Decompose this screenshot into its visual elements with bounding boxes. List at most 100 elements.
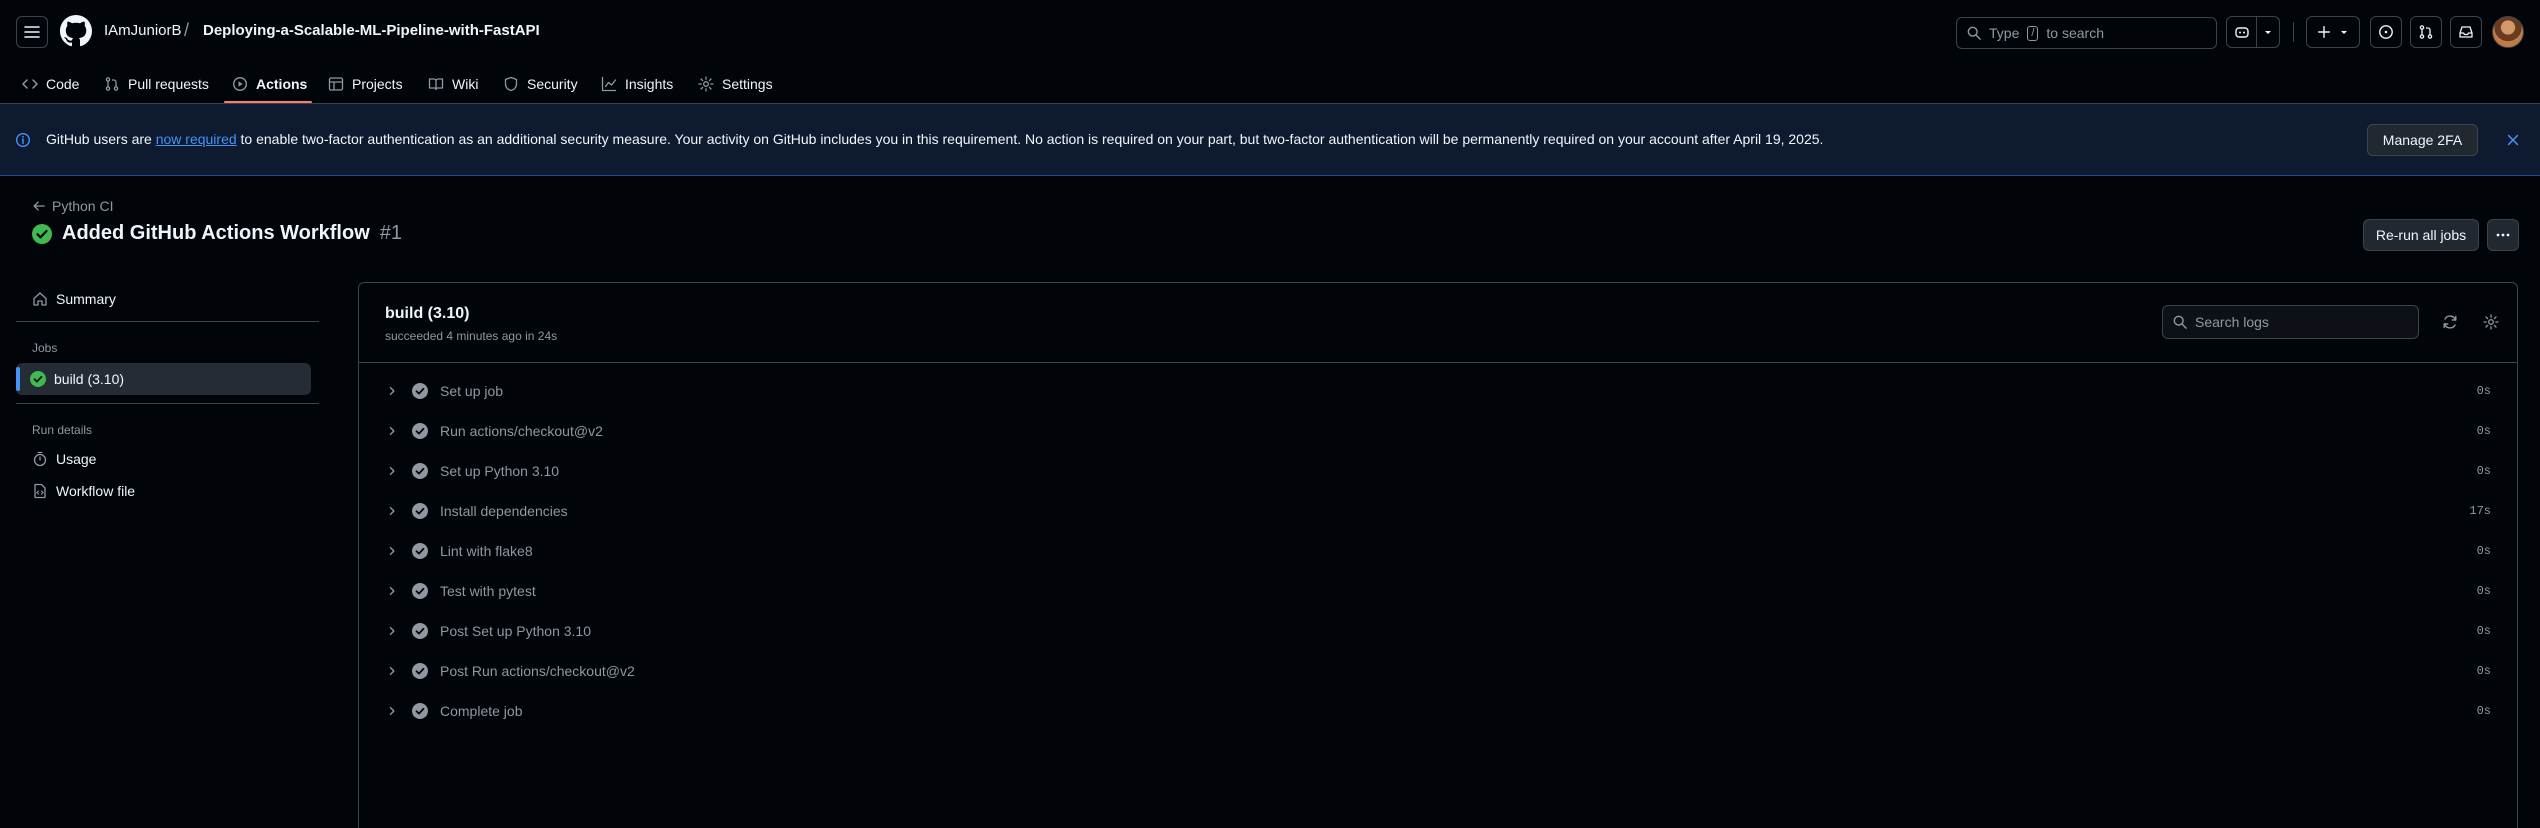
global-header: IAmJuniorB / Deploying-a-Scalable-ML-Pip… [0,0,2540,104]
github-logo-icon[interactable] [60,15,92,47]
repo-owner-link[interactable]: IAmJuniorB [104,22,182,39]
check-circle-fill-icon [412,663,428,679]
chevron-right-icon [389,426,395,436]
chevron-right-icon [389,546,395,556]
tab-security-label: Security [527,76,578,92]
tab-pull-requests-label: Pull requests [128,76,209,92]
tab-code[interactable]: Code [22,64,79,104]
issues-button[interactable] [2370,16,2402,48]
check-circle-fill-icon [412,623,428,639]
job-step-row[interactable]: Run actions/checkout@v2 0s [359,411,2517,451]
job-log-header: build (3.10) succeeded 4 minutes ago in … [359,283,2517,363]
job-step-name: Install dependencies [440,503,568,519]
job-step-duration: 0s [2476,384,2491,398]
refresh-icon[interactable] [2442,314,2458,330]
tab-projects[interactable]: Projects [328,64,403,104]
sidebar-item-job-label: build (3.10) [54,371,125,387]
job-step-row[interactable]: Install dependencies 17s [359,491,2517,531]
job-step-duration: 0s [2476,584,2491,598]
search-icon [1967,26,1981,40]
tab-actions[interactable]: Actions [232,64,307,104]
issue-opened-icon [2379,25,2393,39]
menu-button[interactable] [16,16,48,48]
global-search-input[interactable]: Type / to search [1956,17,2217,49]
chevron-right-icon [389,666,395,676]
tab-settings[interactable]: Settings [698,64,773,104]
back-to-workflow-link[interactable]: Python CI [32,198,113,214]
job-step-row[interactable]: Set up job 0s [359,371,2517,411]
chevron-down-icon [2341,31,2347,34]
search-shortcut-key: / [2027,25,2039,41]
check-circle-fill-icon [412,463,428,479]
search-logs-placeholder: Search logs [2195,314,2269,330]
tab-insights-label: Insights [625,76,674,92]
arrow-left-icon [33,201,45,211]
now-required-link[interactable]: now required [156,131,237,147]
tab-security[interactable]: Security [503,64,578,104]
info-icon [15,132,31,148]
check-circle-fill-icon [412,503,428,519]
git-pull-request-icon [105,77,119,91]
copilot-button[interactable] [2226,16,2280,48]
sidebar-item-job-build[interactable]: build (3.10) [16,363,311,395]
search-logs-input[interactable]: Search logs [2162,305,2419,339]
job-step-duration: 17s [2469,504,2491,518]
more-options-button[interactable] [2487,219,2519,251]
sidebar-run-details-heading: Run details [32,423,93,437]
pull-requests-button[interactable] [2410,16,2442,48]
search-suffix: to search [2046,25,2105,41]
sidebar-item-workflow-file[interactable]: Workflow file [24,475,135,507]
sidebar-divider [16,403,319,404]
sidebar-item-usage[interactable]: Usage [24,443,96,475]
job-step-name: Complete job [440,703,523,719]
rerun-all-jobs-button[interactable]: Re-run all jobs [2363,219,2479,251]
job-step-name: Post Run actions/checkout@v2 [440,663,635,679]
chevron-right-icon [389,506,395,516]
manage-2fa-button[interactable]: Manage 2FA [2367,124,2478,156]
job-step-name: Post Set up Python 3.10 [440,623,591,639]
tab-actions-label: Actions [256,76,308,92]
job-step-row[interactable]: Post Run actions/checkout@v2 0s [359,651,2517,691]
search-prefix: Type [1989,25,2020,41]
inbox-icon [2459,26,2473,38]
tab-wiki[interactable]: Wiki [428,64,478,104]
tab-insights[interactable]: Insights [601,64,673,104]
run-title-text: Added GitHub Actions Workflow [62,222,370,244]
gear-icon [698,76,714,92]
check-circle-fill-icon [412,583,428,599]
repo-nav: Code Pull requests Actions Projects Wiki… [0,64,2540,104]
sidebar-item-usage-label: Usage [56,451,97,467]
create-new-button[interactable] [2306,16,2360,48]
inbox-button[interactable] [2450,16,2482,48]
run-title: Added GitHub Actions Workflow #1 [32,222,402,245]
job-step-duration: 0s [2476,544,2491,558]
banner-message: GitHub users are now required to enable … [46,131,1823,147]
table-icon [328,77,344,91]
job-step-row[interactable]: Set up Python 3.10 0s [359,451,2517,491]
tab-pull-requests[interactable]: Pull requests [104,64,209,104]
gear-icon[interactable] [2483,314,2499,330]
check-circle-fill-icon [412,543,428,559]
git-pull-request-icon [2419,25,2433,39]
check-circle-fill-icon [412,703,428,719]
job-step-row[interactable]: Post Set up Python 3.10 0s [359,611,2517,651]
check-circle-fill-icon [30,371,46,387]
search-icon [2173,315,2187,329]
job-log-panel: build (3.10) succeeded 4 minutes ago in … [358,282,2518,828]
code-icon [22,79,38,89]
job-step-row[interactable]: Lint with flake8 0s [359,531,2517,571]
run-number: #1 [379,222,403,244]
sidebar-divider [16,321,319,322]
home-icon [33,292,47,306]
sidebar-item-workflow-file-label: Workflow file [56,483,136,499]
kebab-horizontal-icon [2496,233,2510,237]
repo-name-link[interactable]: Deploying-a-Scalable-ML-Pipeline-with-Fa… [203,22,540,39]
back-link-label: Python CI [52,198,114,214]
user-avatar[interactable] [2492,16,2524,48]
job-step-row[interactable]: Test with pytest 0s [359,571,2517,611]
sidebar-item-summary[interactable]: Summary [24,283,116,315]
tab-projects-label: Projects [352,76,403,92]
close-icon[interactable] [2506,133,2520,147]
chevron-right-icon [389,706,395,716]
job-step-row[interactable]: Complete job 0s [359,691,2517,731]
